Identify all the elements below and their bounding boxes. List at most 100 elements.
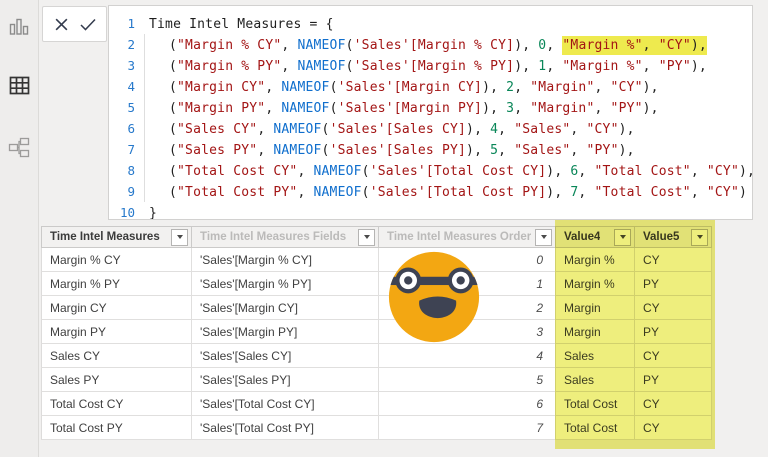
table-row: Margin PY'Sales'[Margin PY]3MarginPY [41,320,712,344]
code-line[interactable]: 8("Total Cost CY", NAMEOF('Sales'[Total … [109,160,752,181]
grid-cell[interactable]: Sales PY [41,368,192,392]
grid-cell[interactable]: CY [635,392,712,416]
table-row: Margin CY'Sales'[Margin CY]2MarginCY [41,296,712,320]
grid-cell[interactable]: Margin PY [41,320,192,344]
column-header[interactable]: Value5 [635,226,712,248]
chevron-down-icon [364,235,370,239]
grid-cell[interactable]: PY [635,272,712,296]
data-grid: Time Intel Measures Time Intel Measures F… [41,226,712,440]
cancel-button[interactable] [53,16,69,32]
grid-cell[interactable]: 4 [379,344,556,368]
grid-cell[interactable]: Sales [556,344,635,368]
grid-cell[interactable]: Total Cost [556,416,635,440]
line-number: 1 [109,13,135,34]
grid-cell[interactable]: Sales CY [41,344,192,368]
line-number: 5 [109,97,135,118]
code-line[interactable]: 6("Sales CY", NAMEOF('Sales'[Sales CY]),… [109,118,752,139]
model-view-button[interactable] [8,139,30,161]
dax-editor[interactable]: 1Time Intel Measures = {2("Margin % CY",… [108,5,753,220]
chevron-down-icon [541,235,547,239]
grid-cell[interactable]: Margin [556,296,635,320]
column-header-label: Value5 [643,231,679,243]
filter-button[interactable] [691,229,708,246]
grid-cell[interactable]: Margin % PY [41,272,192,296]
code-line[interactable]: 7("Sales PY", NAMEOF('Sales'[Sales PY]),… [109,139,752,160]
column-header-label: Time Intel Measures [50,231,160,243]
line-number: 4 [109,76,135,97]
grid-cell[interactable]: 'Sales'[Margin % PY] [192,272,379,296]
grid-cell[interactable]: PY [635,320,712,344]
grid-cell[interactable]: Total Cost CY [41,392,192,416]
grid-cell[interactable]: Margin [556,320,635,344]
column-header[interactable]: Value4 [556,226,635,248]
column-header[interactable]: Time Intel Measures Order [379,226,556,248]
chevron-down-icon [620,235,626,239]
grid-cell[interactable]: CY [635,416,712,440]
formula-commit-bar [42,6,107,42]
dax-code-lines: 1Time Intel Measures = {2("Margin % CY",… [109,13,752,220]
chevron-down-icon [177,235,183,239]
grid-cell[interactable]: 7 [379,416,556,440]
view-sidebar [0,0,39,457]
x-icon [54,17,69,32]
commit-button[interactable] [80,16,96,32]
filter-button[interactable] [535,229,552,246]
grid-cell[interactable]: Margin % CY [41,248,192,272]
grid-cell[interactable]: 6 [379,392,556,416]
grid-cell[interactable]: Margin % [556,248,635,272]
line-number: 9 [109,181,135,202]
filter-button[interactable] [171,229,188,246]
grid-cell[interactable]: 2 [379,296,556,320]
grid-body: Margin % CY'Sales'[Margin % CY]0Margin %… [41,248,712,440]
grid-cell[interactable]: 'Sales'[Sales CY] [192,344,379,368]
report-view-button[interactable] [8,17,30,39]
data-view-button[interactable] [8,77,30,99]
line-number: 6 [109,118,135,139]
code-line[interactable]: 3("Margin % PY", NAMEOF('Sales'[Margin %… [109,55,752,76]
grid-cell[interactable]: Total Cost [556,392,635,416]
grid-cell[interactable]: Total Cost PY [41,416,192,440]
filter-button[interactable] [614,229,631,246]
grid-header-row: Time Intel Measures Time Intel Measures F… [41,226,712,248]
code-line[interactable]: 9("Total Cost PY", NAMEOF('Sales'[Total … [109,181,752,202]
grid-cell[interactable]: 'Sales'[Margin PY] [192,320,379,344]
indent-guide [144,34,145,202]
line-number: 10 [109,202,135,220]
grid-cell[interactable]: 5 [379,368,556,392]
table-row: Margin % PY'Sales'[Margin % PY]1Margin %… [41,272,712,296]
grid-cell[interactable]: 0 [379,248,556,272]
grid-cell[interactable]: 1 [379,272,556,296]
grid-cell[interactable]: CY [635,296,712,320]
check-icon [80,18,96,31]
column-header-label: Value4 [564,231,600,243]
grid-cell[interactable]: Margin % [556,272,635,296]
grid-cell[interactable]: PY [635,368,712,392]
grid-cell[interactable]: 3 [379,320,556,344]
table-row: Sales PY'Sales'[Sales PY]5SalesPY [41,368,712,392]
grid-cell[interactable]: 'Sales'[Total Cost PY] [192,416,379,440]
line-number: 2 [109,34,135,55]
column-header-label: Time Intel Measures Order [387,231,531,243]
line-number: 7 [109,139,135,160]
model-diagram-icon [8,137,30,164]
grid-cell[interactable]: CY [635,344,712,368]
filter-button[interactable] [358,229,375,246]
code-line[interactable]: 10} [109,202,752,220]
chevron-down-icon [697,235,703,239]
column-header[interactable]: Time Intel Measures Fields [192,226,379,248]
grid-cell[interactable]: 'Sales'[Margin CY] [192,296,379,320]
code-line[interactable]: 2("Margin % CY", NAMEOF('Sales'[Margin %… [109,34,752,55]
grid-cell[interactable]: 'Sales'[Sales PY] [192,368,379,392]
grid-cell[interactable]: 'Sales'[Margin % CY] [192,248,379,272]
column-header[interactable]: Time Intel Measures [41,226,192,248]
table-row: Total Cost CY'Sales'[Total Cost CY]6Tota… [41,392,712,416]
grid-cell[interactable]: CY [635,248,712,272]
code-line[interactable]: 1Time Intel Measures = { [109,13,752,34]
code-line[interactable]: 5("Margin PY", NAMEOF('Sales'[Margin PY]… [109,97,752,118]
grid-cell[interactable]: Sales [556,368,635,392]
code-line[interactable]: 4("Margin CY", NAMEOF('Sales'[Margin CY]… [109,76,752,97]
bar-chart-icon [9,16,29,41]
grid-cell[interactable]: Margin CY [41,296,192,320]
grid-cell[interactable]: 'Sales'[Total Cost CY] [192,392,379,416]
table-row: Total Cost PY'Sales'[Total Cost PY]7Tota… [41,416,712,440]
